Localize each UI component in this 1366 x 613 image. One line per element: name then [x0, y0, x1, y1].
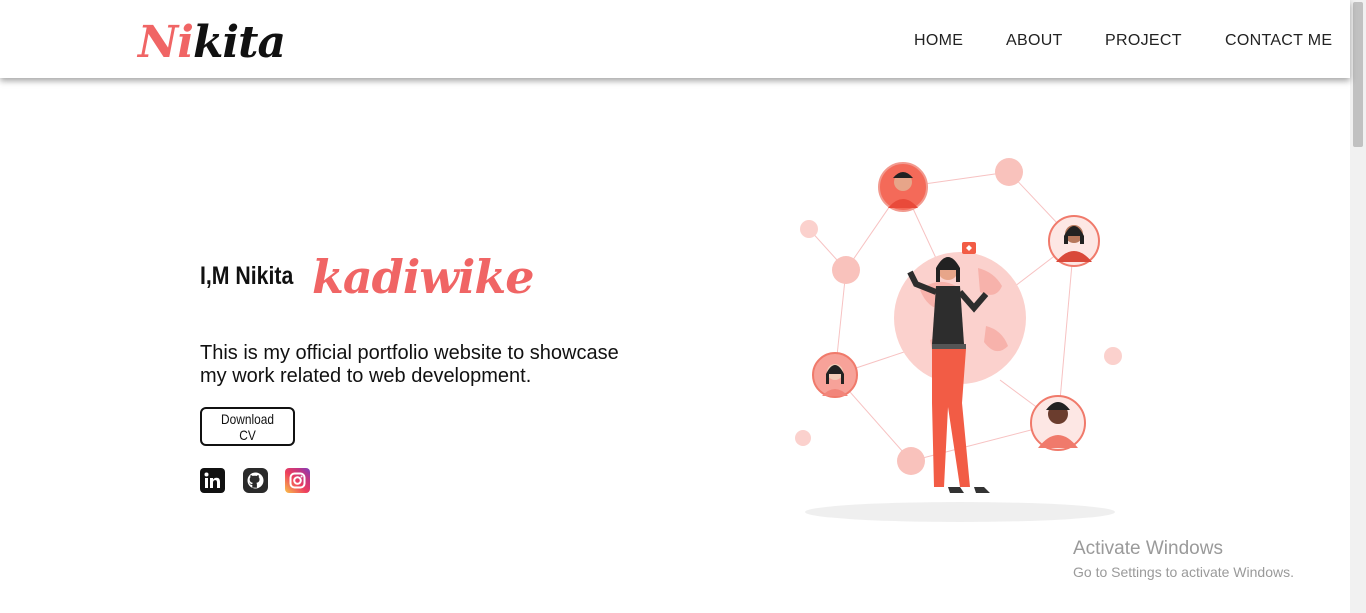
logo-rest: kita: [192, 17, 286, 68]
download-cv-label: Download CV: [221, 410, 274, 443]
scrollbar[interactable]: [1350, 0, 1366, 613]
windows-watermark: Activate Windows Go to Settings to activ…: [1073, 538, 1294, 580]
linkedin-icon[interactable]: [200, 468, 225, 493]
navbar: Nikita HOME ABOUT PROJECT CONTACT ME: [0, 0, 1350, 78]
hero-surname: kadiwike: [312, 250, 535, 304]
logo[interactable]: Nikita: [138, 17, 286, 68]
nav-contact[interactable]: CONTACT ME: [1225, 32, 1332, 50]
hero-greeting: I,M Nikita: [200, 262, 294, 290]
avatar-1: [878, 162, 928, 212]
nav-home[interactable]: HOME: [914, 32, 963, 50]
instagram-icon[interactable]: [285, 468, 310, 493]
scrollbar-thumb[interactable]: [1353, 2, 1363, 147]
watermark-title: Activate Windows: [1073, 538, 1223, 559]
github-icon[interactable]: [243, 468, 268, 493]
ground-shadow: [805, 502, 1115, 522]
hero-illustration: [795, 158, 1122, 522]
avatar-4: [1030, 395, 1086, 451]
avatar-2: [1048, 215, 1100, 267]
download-cv-button[interactable]: Download CV: [200, 407, 295, 446]
hero-title: I,M Nikita kadiwike: [200, 250, 535, 304]
logo-accent: Ni: [138, 17, 194, 68]
nav-project[interactable]: PROJECT: [1105, 32, 1182, 50]
nav-about[interactable]: ABOUT: [1006, 32, 1063, 50]
hero-description: This is my official portfolio website to…: [200, 342, 619, 387]
watermark-subtitle: Go to Settings to activate Windows.: [1073, 564, 1294, 580]
avatar-3: [812, 352, 858, 398]
